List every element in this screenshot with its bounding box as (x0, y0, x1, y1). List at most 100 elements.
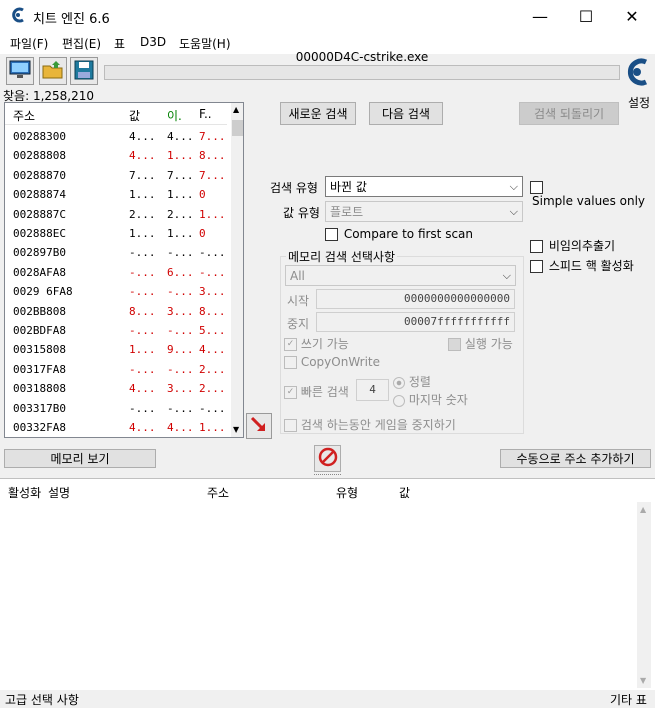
menu-edit[interactable]: 편집(E) (62, 35, 101, 52)
copy-on-write-checkbox[interactable] (284, 356, 297, 369)
memory-view-button[interactable]: 메모리 보기 (4, 449, 156, 468)
value-type-select[interactable]: 플로트 ⌵ (325, 201, 523, 222)
scroll-down-icon[interactable]: ▼ (640, 676, 646, 685)
fast-scan-checkbox[interactable]: ✓ (284, 386, 297, 399)
alignment-radio[interactable] (393, 376, 405, 389)
compare-first-label: Compare to first scan (343, 227, 474, 241)
simple-values-label: Simple values only (532, 194, 646, 208)
add-address-manually-button[interactable]: 수동으로 주소 추가하기 (500, 449, 651, 468)
speedhack-option[interactable]: 스피드 핵 활성화 (530, 257, 634, 274)
start-address-field[interactable]: 0000000000000000 (316, 289, 515, 309)
undo-scan-button[interactable]: 검색 되돌리기 (519, 102, 619, 125)
last-digits-radio[interactable] (393, 394, 405, 407)
maximize-icon: ☐ (578, 6, 594, 26)
next-scan-button[interactable]: 다음 검색 (369, 102, 443, 125)
result-row[interactable]: 00288870 7... 7... 7... (5, 166, 227, 185)
save-file-button[interactable] (70, 57, 98, 85)
executable-option[interactable]: 실행 가능 (448, 335, 513, 352)
scan-type-select[interactable]: 바뀐 값 ⌵ (325, 176, 523, 197)
clear-list-button[interactable] (314, 445, 341, 472)
result-row[interactable]: 002BDFA8 -... -... 5... (5, 321, 227, 340)
result-row[interactable]: 00317FA8 -... -... 2... (5, 360, 227, 379)
table-extras-link[interactable]: 기타 표 (610, 691, 647, 708)
result-addr-cell: 002888EC (13, 227, 66, 240)
result-row[interactable]: 00288808 4... 1... 8... (5, 146, 227, 165)
header-type[interactable]: 유형 (336, 484, 358, 501)
simple-values-option[interactable]: Simple values only (530, 180, 655, 208)
unrandomizer-option[interactable]: 비임의추출기 (530, 237, 615, 254)
pause-game-option[interactable]: 검색 하는동안 게임을 중지하기 (284, 416, 456, 433)
result-row[interactable]: 00332FA8 4... 4... 1... (5, 418, 227, 437)
results-scrollbar[interactable]: ▲ ▼ (231, 103, 243, 437)
speedhack-checkbox[interactable] (530, 260, 543, 273)
address-table-scrollbar[interactable]: ▲ ▼ (637, 502, 651, 688)
last-digits-option[interactable]: 마지막 숫자 (393, 391, 468, 408)
settings-label[interactable]: 설정 (628, 94, 650, 111)
close-button[interactable]: ✕ (609, 0, 655, 32)
result-row[interactable]: 00333FA0-...-...-... (5, 437, 227, 438)
address-table[interactable]: 활성화 설명 주소 유형 값 ▲ ▼ (0, 478, 655, 690)
result-row[interactable]: 00288874 1... 1... 0 (5, 185, 227, 204)
scroll-down-icon[interactable]: ▼ (233, 425, 239, 434)
result-row[interactable]: 002897B0 -... -... -... (5, 243, 227, 262)
add-selected-to-list-button[interactable] (246, 413, 272, 439)
scan-results-list[interactable]: 주소 값 이. F.. 00288300 4... 4... 7... 00288808… (4, 102, 244, 438)
computer-icon (9, 60, 31, 83)
menu-file[interactable]: 파일(F) (10, 35, 48, 52)
stop-label: 중지 (287, 317, 310, 331)
header-table-value[interactable]: 값 (399, 484, 410, 501)
open-file-button[interactable] (39, 57, 67, 85)
compare-first-option[interactable]: Compare to first scan (325, 227, 473, 241)
new-scan-button[interactable]: 새로운 검색 (280, 102, 356, 125)
result-row[interactable]: 00318808 4... 3... 2... (5, 379, 227, 398)
header-description[interactable]: 설명 (48, 484, 70, 501)
result-row[interactable]: 002888EC 1... 1... 0 (5, 224, 227, 243)
fast-scan-value-field[interactable]: 4 (356, 379, 389, 401)
header-active[interactable]: 활성화 (8, 484, 41, 501)
memory-region-value: All (290, 268, 305, 283)
advanced-options-link[interactable]: 고급 선택 사항 (5, 691, 79, 708)
memory-region-select[interactable]: All ⌵ (285, 265, 516, 286)
result-row[interactable]: 0028AFA8 -... 6... -... (5, 263, 227, 282)
header-first[interactable]: F.. (199, 107, 212, 121)
result-row[interactable]: 00288300 4... 4... 7... (5, 127, 227, 146)
header-previous[interactable]: 이. (167, 107, 182, 124)
scroll-up-icon[interactable]: ▲ (640, 505, 646, 514)
alignment-option[interactable]: 정렬 (393, 373, 431, 390)
simple-values-checkbox[interactable] (530, 181, 543, 194)
writable-option[interactable]: ✓ 쓰기 가능 (284, 335, 349, 352)
scroll-thumb[interactable] (232, 120, 243, 136)
result-row[interactable]: 0028887C 2... 2... 1... (5, 205, 227, 224)
minimize-button[interactable]: — (517, 0, 563, 32)
result-row[interactable]: 002BB808 8... 3... 8... (5, 302, 227, 321)
header-address[interactable]: 주소 (13, 107, 35, 124)
pause-game-checkbox[interactable] (284, 419, 297, 432)
app-logo-icon (10, 7, 26, 23)
select-process-button[interactable] (6, 57, 34, 85)
compare-first-checkbox[interactable] (325, 228, 338, 241)
result-prev-cell: 6... (167, 265, 194, 279)
header-value[interactable]: 값 (129, 107, 140, 124)
result-first-cell: 1... (199, 207, 226, 221)
result-row[interactable]: 00315808 1... 9... 4... (5, 340, 227, 359)
writable-checkbox[interactable]: ✓ (284, 338, 297, 351)
cheat-engine-logo-icon[interactable] (622, 56, 652, 88)
header-table-address[interactable]: 주소 (207, 484, 229, 501)
result-prev-cell: 7... (167, 168, 194, 182)
result-val-cell: 4... (129, 130, 156, 143)
window-title: 치트 엔진 6.6 (33, 12, 110, 27)
scroll-up-icon[interactable]: ▲ (233, 105, 239, 114)
unrandomizer-checkbox[interactable] (530, 240, 543, 253)
result-val-cell: 7... (129, 168, 156, 182)
menu-d3d[interactable]: D3D (140, 35, 166, 49)
fast-scan-option[interactable]: ✓ 빠른 검색 (284, 383, 349, 400)
result-row[interactable]: 003317B0 -... -... -... (5, 399, 227, 418)
result-first-cell: -... (199, 401, 226, 415)
maximize-button[interactable]: ☐ (563, 0, 609, 32)
executable-checkbox[interactable] (448, 338, 461, 351)
copy-on-write-option[interactable]: CopyOnWrite (284, 355, 380, 369)
stop-address-field[interactable]: 00007fffffffffff (316, 312, 515, 332)
result-val-cell: 4... (129, 421, 156, 434)
value-type-value: 플로트 (330, 205, 364, 219)
result-row[interactable]: 0029 6FA8 -... -... 3... (5, 282, 227, 301)
